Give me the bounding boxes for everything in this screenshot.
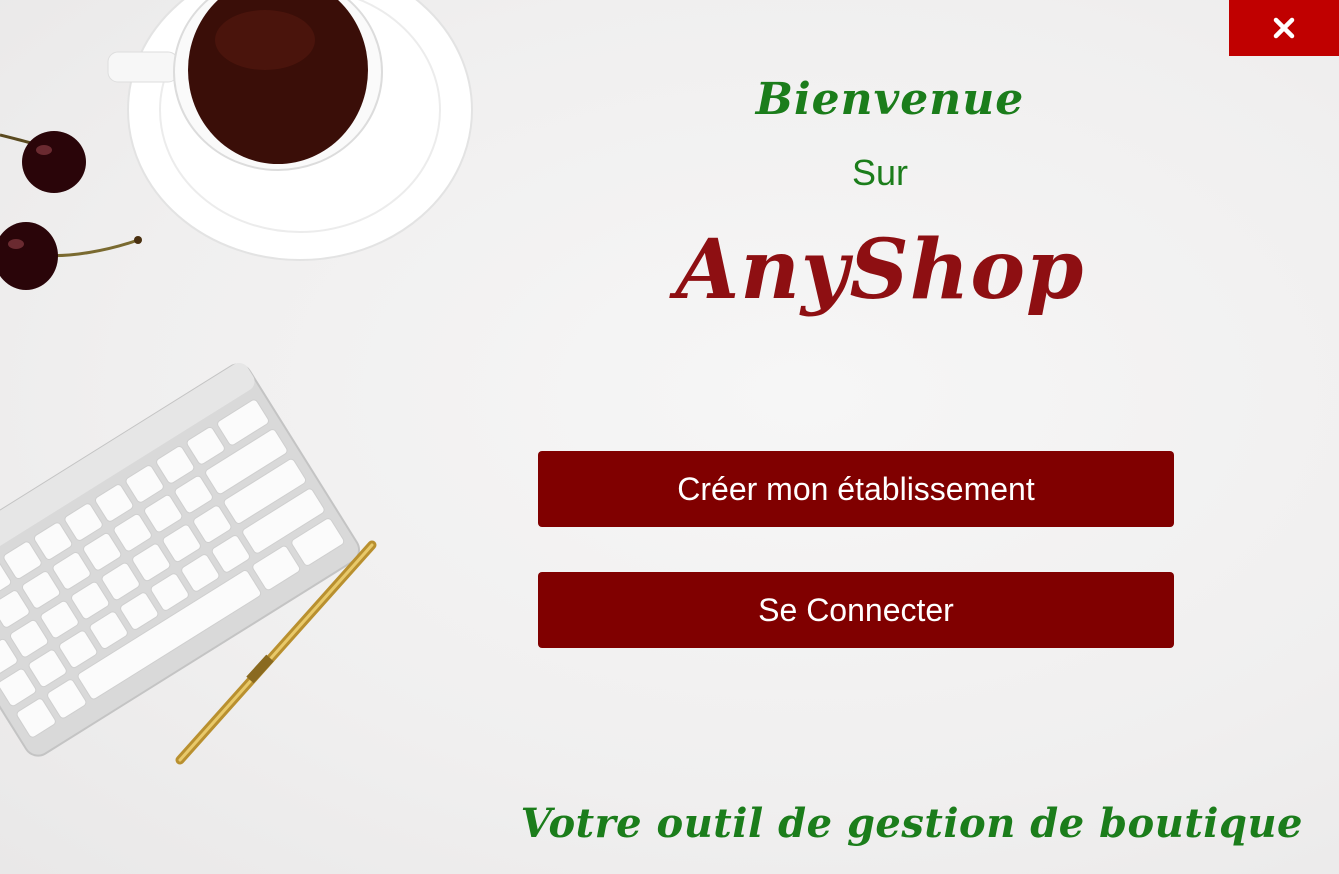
welcome-subtitle: Sur <box>851 152 909 193</box>
brand-name: AnyShop <box>675 222 1085 318</box>
create-establishment-button[interactable]: Créer mon établissement <box>538 451 1174 527</box>
close-icon <box>1273 17 1295 39</box>
create-establishment-label: Créer mon établissement <box>677 470 1035 507</box>
welcome-window: Bienvenue Sur AnyShop Créer mon établiss… <box>0 0 1339 874</box>
cup-handle <box>107 51 179 83</box>
welcome-heading: Bienvenue <box>755 74 1025 125</box>
connect-label: Se Connecter <box>758 591 954 628</box>
cherry-2 <box>0 222 58 290</box>
desk-photo <box>0 0 473 765</box>
tagline: Votre outil de gestion de boutique <box>520 800 1303 847</box>
cherry-1 <box>22 131 86 193</box>
close-button[interactable] <box>1229 0 1339 56</box>
keyboard <box>0 362 361 757</box>
connect-button[interactable]: Se Connecter <box>538 572 1174 648</box>
